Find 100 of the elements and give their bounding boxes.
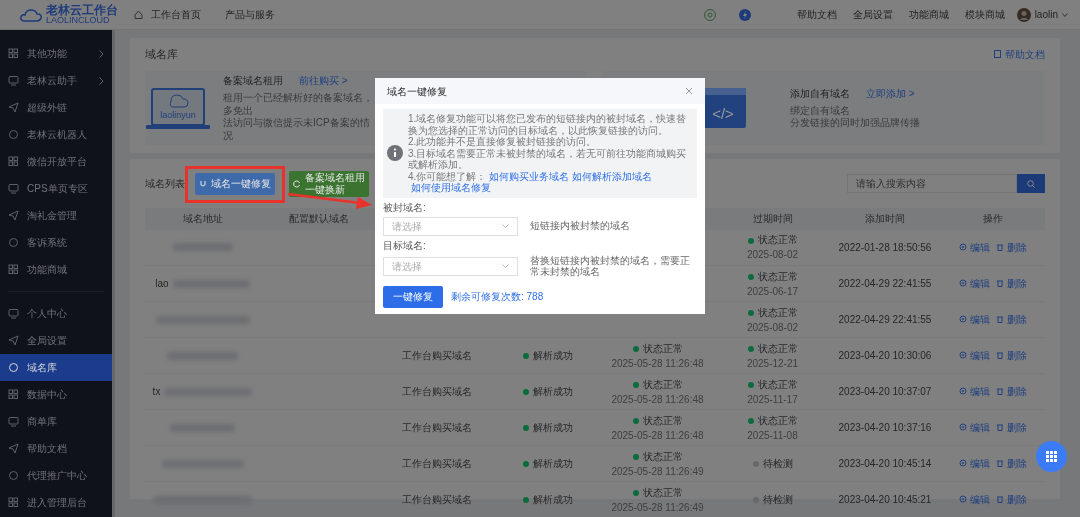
sidebar-item[interactable]: 帮助文档 [0, 435, 112, 462]
status-label: 状态正常 [757, 234, 798, 246]
status-label: 状态正常 [757, 270, 798, 282]
status-time: 2025-05-28 11:26:49 [610, 500, 705, 515]
help-link[interactable]: 如何购买业务域名 [489, 170, 570, 182]
delete-link[interactable]: 删除 [995, 491, 1027, 507]
gear-icon [958, 279, 967, 288]
resolve-status: 解析成功 [532, 458, 573, 469]
chevron-icon [99, 49, 104, 58]
delete-link[interactable]: 删除 [995, 455, 1027, 471]
cloud-icon [20, 7, 42, 22]
search-button[interactable] [1017, 174, 1045, 193]
action-button[interactable]: 备案域名租用一键换新 [289, 170, 369, 197]
nav-link[interactable]: 产品与服务 [225, 7, 275, 22]
sidebar-item[interactable]: 淘礼金管理 [0, 202, 112, 229]
field-label: 目标域名: [383, 239, 427, 252]
sidebar-item[interactable]: 全局设置 [0, 327, 112, 354]
submit-button[interactable]: 一键修复 [383, 285, 443, 308]
expiry-date: 2025-08-02 [745, 320, 800, 335]
close-icon [685, 87, 693, 95]
grid-icon [8, 48, 19, 59]
status-label: 状态正常 [642, 450, 683, 462]
edit-link[interactable]: 编辑 [958, 455, 990, 471]
column-header: 添加时间 [865, 213, 905, 224]
close-button[interactable] [685, 87, 693, 95]
select-field[interactable]: 请选择 [383, 216, 518, 236]
sidebar-item[interactable]: CPS单页专区 [0, 175, 112, 202]
sidebar-item[interactable]: 功能商城 [0, 256, 112, 283]
monitor-icon [8, 183, 19, 194]
sidebar-item[interactable]: 代理推广中心 [0, 462, 112, 489]
table-cell: 2023-04-20 10:45:14 [838, 458, 932, 469]
caret-icon [502, 264, 509, 268]
sidebar-item[interactable]: 商单库 [0, 408, 112, 435]
monitor-icon [8, 308, 19, 319]
edit-link[interactable]: 编辑 [958, 491, 990, 507]
edit-link[interactable]: 编辑 [958, 311, 990, 327]
delete-link[interactable]: 删除 [995, 275, 1027, 291]
sidebar-item[interactable]: 数据中心 [0, 381, 112, 408]
domain-text: lao [155, 277, 169, 291]
help-link[interactable]: 如何解析添加域名 [572, 170, 653, 182]
delete-link[interactable]: 删除 [995, 311, 1027, 327]
sidebar-item[interactable]: 域名库 [0, 354, 112, 381]
monitor-icon [8, 75, 19, 86]
edit-link[interactable]: 编辑 [958, 383, 990, 399]
table-cell: 工作台购买域名 [401, 494, 472, 505]
top-link[interactable]: 模块商城 [964, 7, 1005, 22]
action-button[interactable]: 域名一键修复 [195, 172, 275, 195]
edit-link[interactable]: 编辑 [958, 239, 990, 255]
delete-link[interactable]: 删除 [995, 419, 1027, 435]
table-cell: 2023-04-20 10:30:06 [838, 350, 932, 361]
sidebar-item[interactable]: 其他功能 [0, 40, 112, 67]
section-title: 域名列表 [145, 177, 185, 191]
trash-icon [995, 315, 1004, 324]
help-link[interactable]: 帮助文档 [994, 46, 1045, 62]
sidebar-item[interactable]: 客诉系统 [0, 229, 112, 256]
circle-icon [8, 237, 19, 248]
table-cell: 2023-04-20 10:45:21 [838, 494, 932, 505]
sidebar-item[interactable]: 老林云机器人 [0, 121, 112, 148]
info-text: 2.此功能并不是直接修复被封链接的访问。 [408, 136, 598, 148]
trash-icon [995, 279, 1004, 288]
help-link[interactable]: 如何使用域名修复 [411, 182, 491, 194]
table-cell: 工作台购买域名 [401, 350, 472, 361]
sidebar-item[interactable]: 超级外链 [0, 94, 112, 121]
trash-icon [995, 459, 1004, 468]
gear-icon [958, 423, 967, 432]
delete-link[interactable]: 删除 [995, 239, 1027, 255]
sidebar-item[interactable]: 老林云助手 [0, 67, 112, 94]
nav-link[interactable]: 工作台首页 [134, 7, 201, 22]
promo-link[interactable]: 前往购买 > [299, 73, 348, 88]
sidebar-item[interactable]: 微信开放平台 [0, 148, 112, 175]
gear-icon [958, 315, 967, 324]
status-label: 状态正常 [642, 414, 683, 426]
sidebar-item[interactable]: 进入管理后台 [0, 489, 112, 516]
info-text: 4.你可能想了解： [408, 170, 487, 182]
sidebar-item[interactable]: 个人中心 [0, 300, 112, 327]
status-time: 2025-05-28 11:26:49 [610, 464, 705, 479]
search-icon [1027, 179, 1035, 188]
top-link[interactable]: 功能商城 [908, 7, 949, 22]
promo-link[interactable]: 立即添加 > [866, 85, 915, 101]
info-text: 1.域名修复功能可以将您已发布的短链接内的被封域名，快速替换为您选择的正常访问的目标域名，以此恢复链接的访问。 [408, 113, 688, 136]
page-title: 域名库 [145, 47, 178, 62]
status-label: 状态正常 [757, 306, 798, 318]
select-field[interactable]: 请选择 [383, 256, 518, 276]
delete-link[interactable]: 删除 [995, 383, 1027, 399]
edit-link[interactable]: 编辑 [958, 419, 990, 435]
status-label: 状态正常 [642, 486, 683, 498]
logo-text: 老林云工作台 [46, 4, 118, 16]
edit-link[interactable]: 编辑 [958, 347, 990, 363]
top-link[interactable]: 全局设置 [852, 7, 893, 22]
table-cell: 工作台购买域名 [401, 386, 472, 397]
top-link[interactable]: 帮助文档 [796, 7, 837, 22]
expiry-date: 2025-12-21 [745, 356, 800, 371]
user-menu[interactable]: laolin [1034, 7, 1068, 22]
avatar [1016, 7, 1031, 22]
lightning-icon[interactable] [738, 8, 751, 21]
circle-icon[interactable] [703, 8, 716, 21]
edit-link[interactable]: 编辑 [958, 275, 990, 291]
circle-icon [8, 362, 19, 373]
delete-link[interactable]: 删除 [995, 347, 1027, 363]
search-field[interactable]: 请输入搜索内容 [847, 174, 1017, 193]
